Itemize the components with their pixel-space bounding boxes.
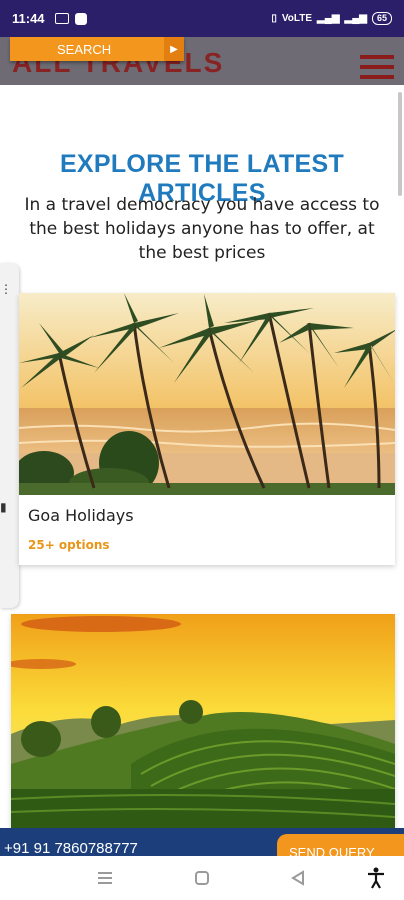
status-notification-icons: [54, 12, 87, 25]
home-icon[interactable]: [190, 866, 214, 890]
status-time: 11:44: [12, 11, 45, 26]
search-button[interactable]: SEARCH ▶: [10, 37, 184, 61]
article-card[interactable]: Goa Holidays 25+ options: [19, 293, 395, 565]
phone-number[interactable]: +91 91 7860788777: [4, 840, 138, 856]
side-tab[interactable]: [0, 263, 19, 608]
gallery-icon: [74, 12, 87, 25]
status-right: ▯ VoLTE ▂▄▆ ▂▄▆ 65: [271, 12, 392, 25]
side-tab-icon: ⋮: [0, 282, 12, 296]
section-subheading: In a travel democracy you have access to…: [24, 195, 380, 263]
send-query-button[interactable]: SEND QUERY: [277, 834, 404, 856]
chevron-right-icon: ▶: [164, 37, 184, 61]
back-icon[interactable]: [286, 866, 310, 890]
network-label: VoLTE: [281, 13, 313, 24]
card-options: 25+ options: [28, 538, 110, 552]
accessibility-icon[interactable]: [364, 866, 388, 890]
tea-plantation-image[interactable]: [11, 614, 395, 828]
laptop-icon: [54, 13, 69, 24]
contact-bar: +91 91 7860788777 SEND QUERY: [0, 828, 404, 856]
card-title[interactable]: Goa Holidays: [28, 506, 134, 525]
recents-icon[interactable]: [93, 866, 117, 890]
system-nav-bar: [0, 856, 404, 900]
signal-icon: ▂▄▆: [317, 13, 340, 24]
signal-2-icon: ▂▄▆: [344, 13, 367, 24]
search-label: SEARCH: [57, 41, 112, 57]
goa-beach-image[interactable]: [19, 293, 395, 495]
site-header: ALL TRAVELS SEARCH ▶: [0, 37, 404, 85]
vibrate-icon: ▯: [271, 13, 277, 24]
menu-icon[interactable]: [360, 55, 394, 83]
status-bar: 11:44 ▯ VoLTE ▂▄▆ ▂▄▆ 65: [0, 0, 404, 37]
side-tab-icon-2: ▮: [0, 500, 7, 514]
battery-icon: 65: [371, 12, 392, 25]
